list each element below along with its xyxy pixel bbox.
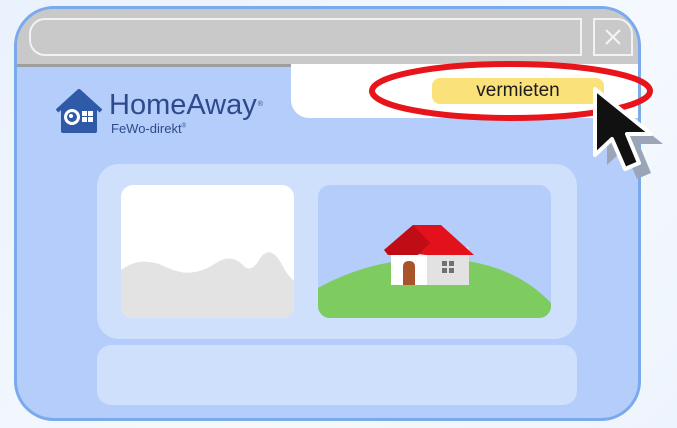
image-placeholder <box>121 185 294 318</box>
close-button[interactable] <box>593 18 633 56</box>
address-bar[interactable] <box>29 18 582 56</box>
content-panel <box>97 164 577 339</box>
mouse-pointer-icon <box>593 87 663 179</box>
homeaway-logo-icon <box>55 89 103 133</box>
brand-registered-mark: ® <box>257 101 263 108</box>
homeaway-logo[interactable]: HomeAway® FeWo-direkt® <box>55 89 295 139</box>
brand-subtitle: FeWo-direkt® <box>111 121 186 136</box>
house-icon <box>318 225 551 318</box>
footer-bar <box>97 345 577 405</box>
brand-sub-registered-mark: ® <box>181 123 186 130</box>
brand-name: HomeAway® <box>109 89 263 121</box>
house-card <box>318 185 551 318</box>
close-icon <box>605 29 621 45</box>
image-placeholder-icon <box>121 252 294 318</box>
